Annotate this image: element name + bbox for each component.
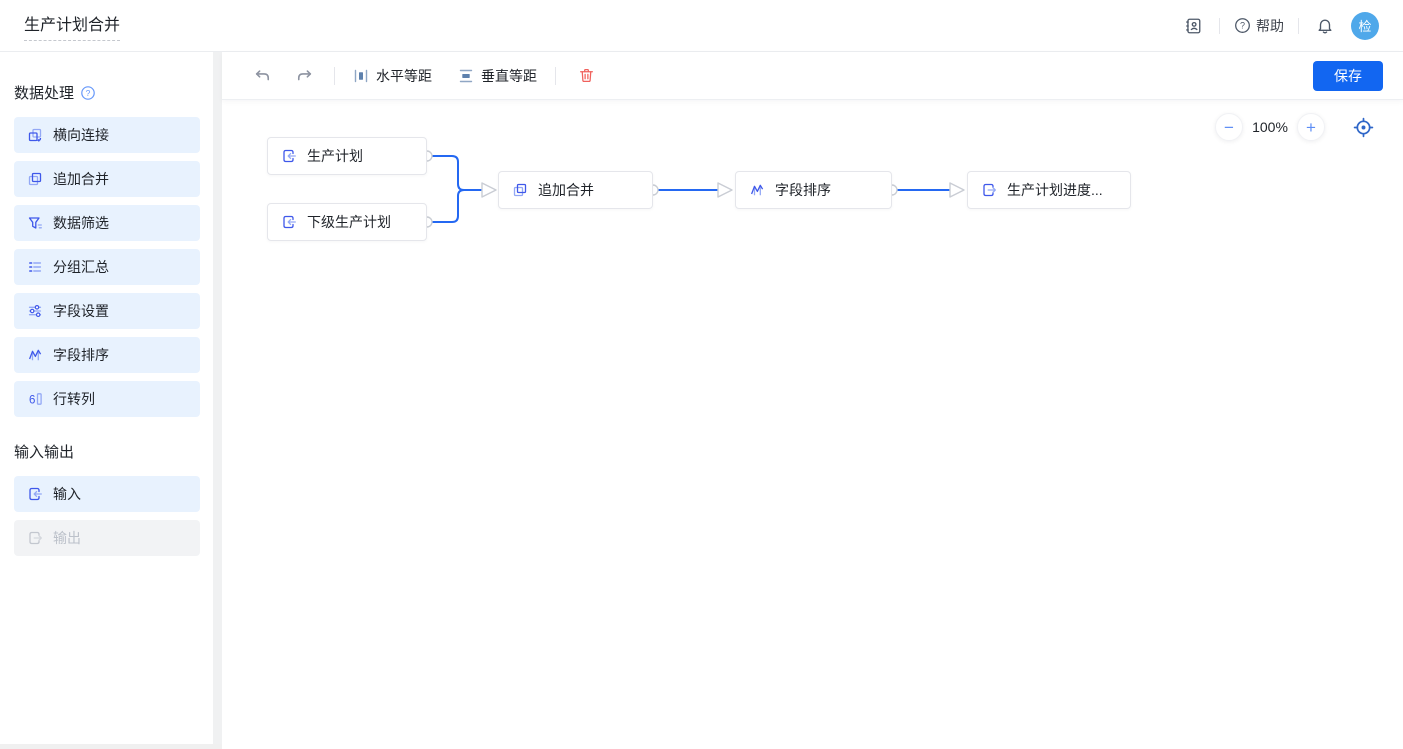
sidebar-section-input-output: 输入输出 [14, 441, 200, 462]
zoom-controls: − 100% + [1215, 113, 1377, 141]
canvas-toolbar: 水平等距 垂直等距 保存 [222, 52, 1403, 100]
output-icon [981, 182, 997, 198]
flow-canvas-panel: 水平等距 垂直等距 保存 [222, 52, 1403, 749]
sidebar-item-horizontal-join[interactable]: 横向连接 [14, 117, 200, 153]
node-label: 字段排序 [775, 180, 831, 200]
arrowhead-icon [718, 183, 732, 197]
node-label: 生产计划进度... [1007, 180, 1103, 200]
node-label: 追加合并 [538, 180, 594, 200]
sidebar-section-data-processing: 数据处理 ? [14, 82, 200, 103]
page-title[interactable]: 生产计划合并 [24, 11, 120, 41]
sidebar-scrollbar[interactable] [0, 744, 222, 749]
avatar[interactable]: 检 [1351, 12, 1379, 40]
crosshair-icon [1353, 117, 1374, 138]
app-header: 生产计划合并 ? 帮助 检 [0, 0, 1403, 52]
header-divider [1298, 18, 1299, 34]
sidebar-item-label: 横向连接 [53, 125, 109, 145]
header-divider [1219, 18, 1220, 34]
svg-text:?: ? [86, 88, 91, 98]
address-book-icon[interactable] [1181, 14, 1205, 38]
node-production-plan-progress-output[interactable]: 生产计划进度... [967, 171, 1131, 209]
zoom-in-button[interactable]: + [1297, 113, 1325, 141]
sidebar-resizer[interactable] [213, 52, 222, 749]
delete-button[interactable] [574, 64, 598, 88]
sidebar-item-data-filter[interactable]: 数据筛选 [14, 205, 200, 241]
redo-icon [296, 67, 313, 84]
sidebar-item-label: 字段排序 [53, 345, 109, 365]
group-summary-icon [27, 259, 43, 275]
help-label: 帮助 [1256, 16, 1284, 36]
arrowhead-icon [950, 183, 964, 197]
horizontal-spacing-label: 水平等距 [376, 66, 432, 86]
node-label: 下级生产计划 [307, 212, 391, 232]
edge-subplan-to-merge[interactable] [427, 190, 482, 222]
toolbar-divider [334, 67, 335, 85]
undo-button[interactable] [250, 64, 274, 88]
sidebar-item-label: 数据筛选 [53, 213, 109, 233]
sidebar-item-field-settings[interactable]: 字段设置 [14, 293, 200, 329]
sidebar-item-label: 行转列 [53, 389, 95, 409]
sidebar-item-label: 分组汇总 [53, 257, 109, 277]
flow-canvas[interactable]: 生产计划 下级生产计划 追加合并 [222, 100, 1403, 749]
input-icon [281, 214, 297, 230]
question-circle-icon[interactable]: ? [80, 85, 96, 101]
node-append-merge[interactable]: 追加合并 [498, 171, 653, 209]
row-to-column-icon: 6 [27, 391, 43, 407]
sidebar-item-input[interactable]: 输入 [14, 476, 200, 512]
append-merge-icon [27, 171, 43, 187]
zoom-out-button[interactable]: − [1215, 113, 1243, 141]
fit-view-button[interactable] [1349, 113, 1377, 141]
svg-text:6: 6 [29, 395, 35, 407]
edge-plan-to-merge[interactable] [427, 156, 482, 190]
redo-button[interactable] [292, 64, 316, 88]
sidebar-item-label: 追加合并 [53, 169, 109, 189]
node-field-sort[interactable]: 字段排序 [735, 171, 892, 209]
sidebar-item-append-merge[interactable]: 追加合并 [14, 161, 200, 197]
zoom-level: 100% [1243, 119, 1297, 135]
vertical-spacing-icon [458, 68, 474, 84]
undo-icon [254, 67, 271, 84]
sidebar-item-row-to-column[interactable]: 6 行转列 [14, 381, 200, 417]
bell-icon[interactable] [1313, 14, 1337, 38]
node-production-plan[interactable]: 生产计划 [267, 137, 427, 175]
sidebar-item-label: 字段设置 [53, 301, 109, 321]
horizontal-spacing-icon [353, 68, 369, 84]
field-sort-icon [27, 347, 43, 363]
input-icon [281, 148, 297, 164]
svg-text:?: ? [1240, 21, 1245, 31]
sidebar-item-group-summary[interactable]: 分组汇总 [14, 249, 200, 285]
save-button[interactable]: 保存 [1313, 61, 1383, 91]
filter-icon [27, 215, 43, 231]
field-settings-icon [27, 303, 43, 319]
trash-icon [578, 67, 595, 84]
help-button[interactable]: ? 帮助 [1234, 16, 1284, 36]
sidebar-item-output: 输出 [14, 520, 200, 556]
input-icon [27, 486, 43, 502]
vertical-spacing-label: 垂直等距 [481, 66, 537, 86]
toolbar-divider [555, 67, 556, 85]
vertical-spacing-button[interactable]: 垂直等距 [458, 66, 537, 86]
horizontal-join-icon [27, 127, 43, 143]
section-title-label: 输入输出 [14, 441, 74, 462]
horizontal-spacing-button[interactable]: 水平等距 [353, 66, 432, 86]
sidebar-item-field-sort[interactable]: 字段排序 [14, 337, 200, 373]
sidebar-item-label: 输入 [53, 484, 81, 504]
node-sub-production-plan[interactable]: 下级生产计划 [267, 203, 427, 241]
output-icon [27, 530, 43, 546]
node-label: 生产计划 [307, 146, 363, 166]
append-merge-icon [512, 182, 528, 198]
sidebar: 数据处理 ? 横向连接 追加合并 [0, 52, 213, 749]
arrowhead-icon [482, 183, 496, 197]
sidebar-item-label: 输出 [53, 528, 81, 548]
field-sort-icon [749, 182, 765, 198]
section-title-label: 数据处理 [14, 82, 74, 103]
